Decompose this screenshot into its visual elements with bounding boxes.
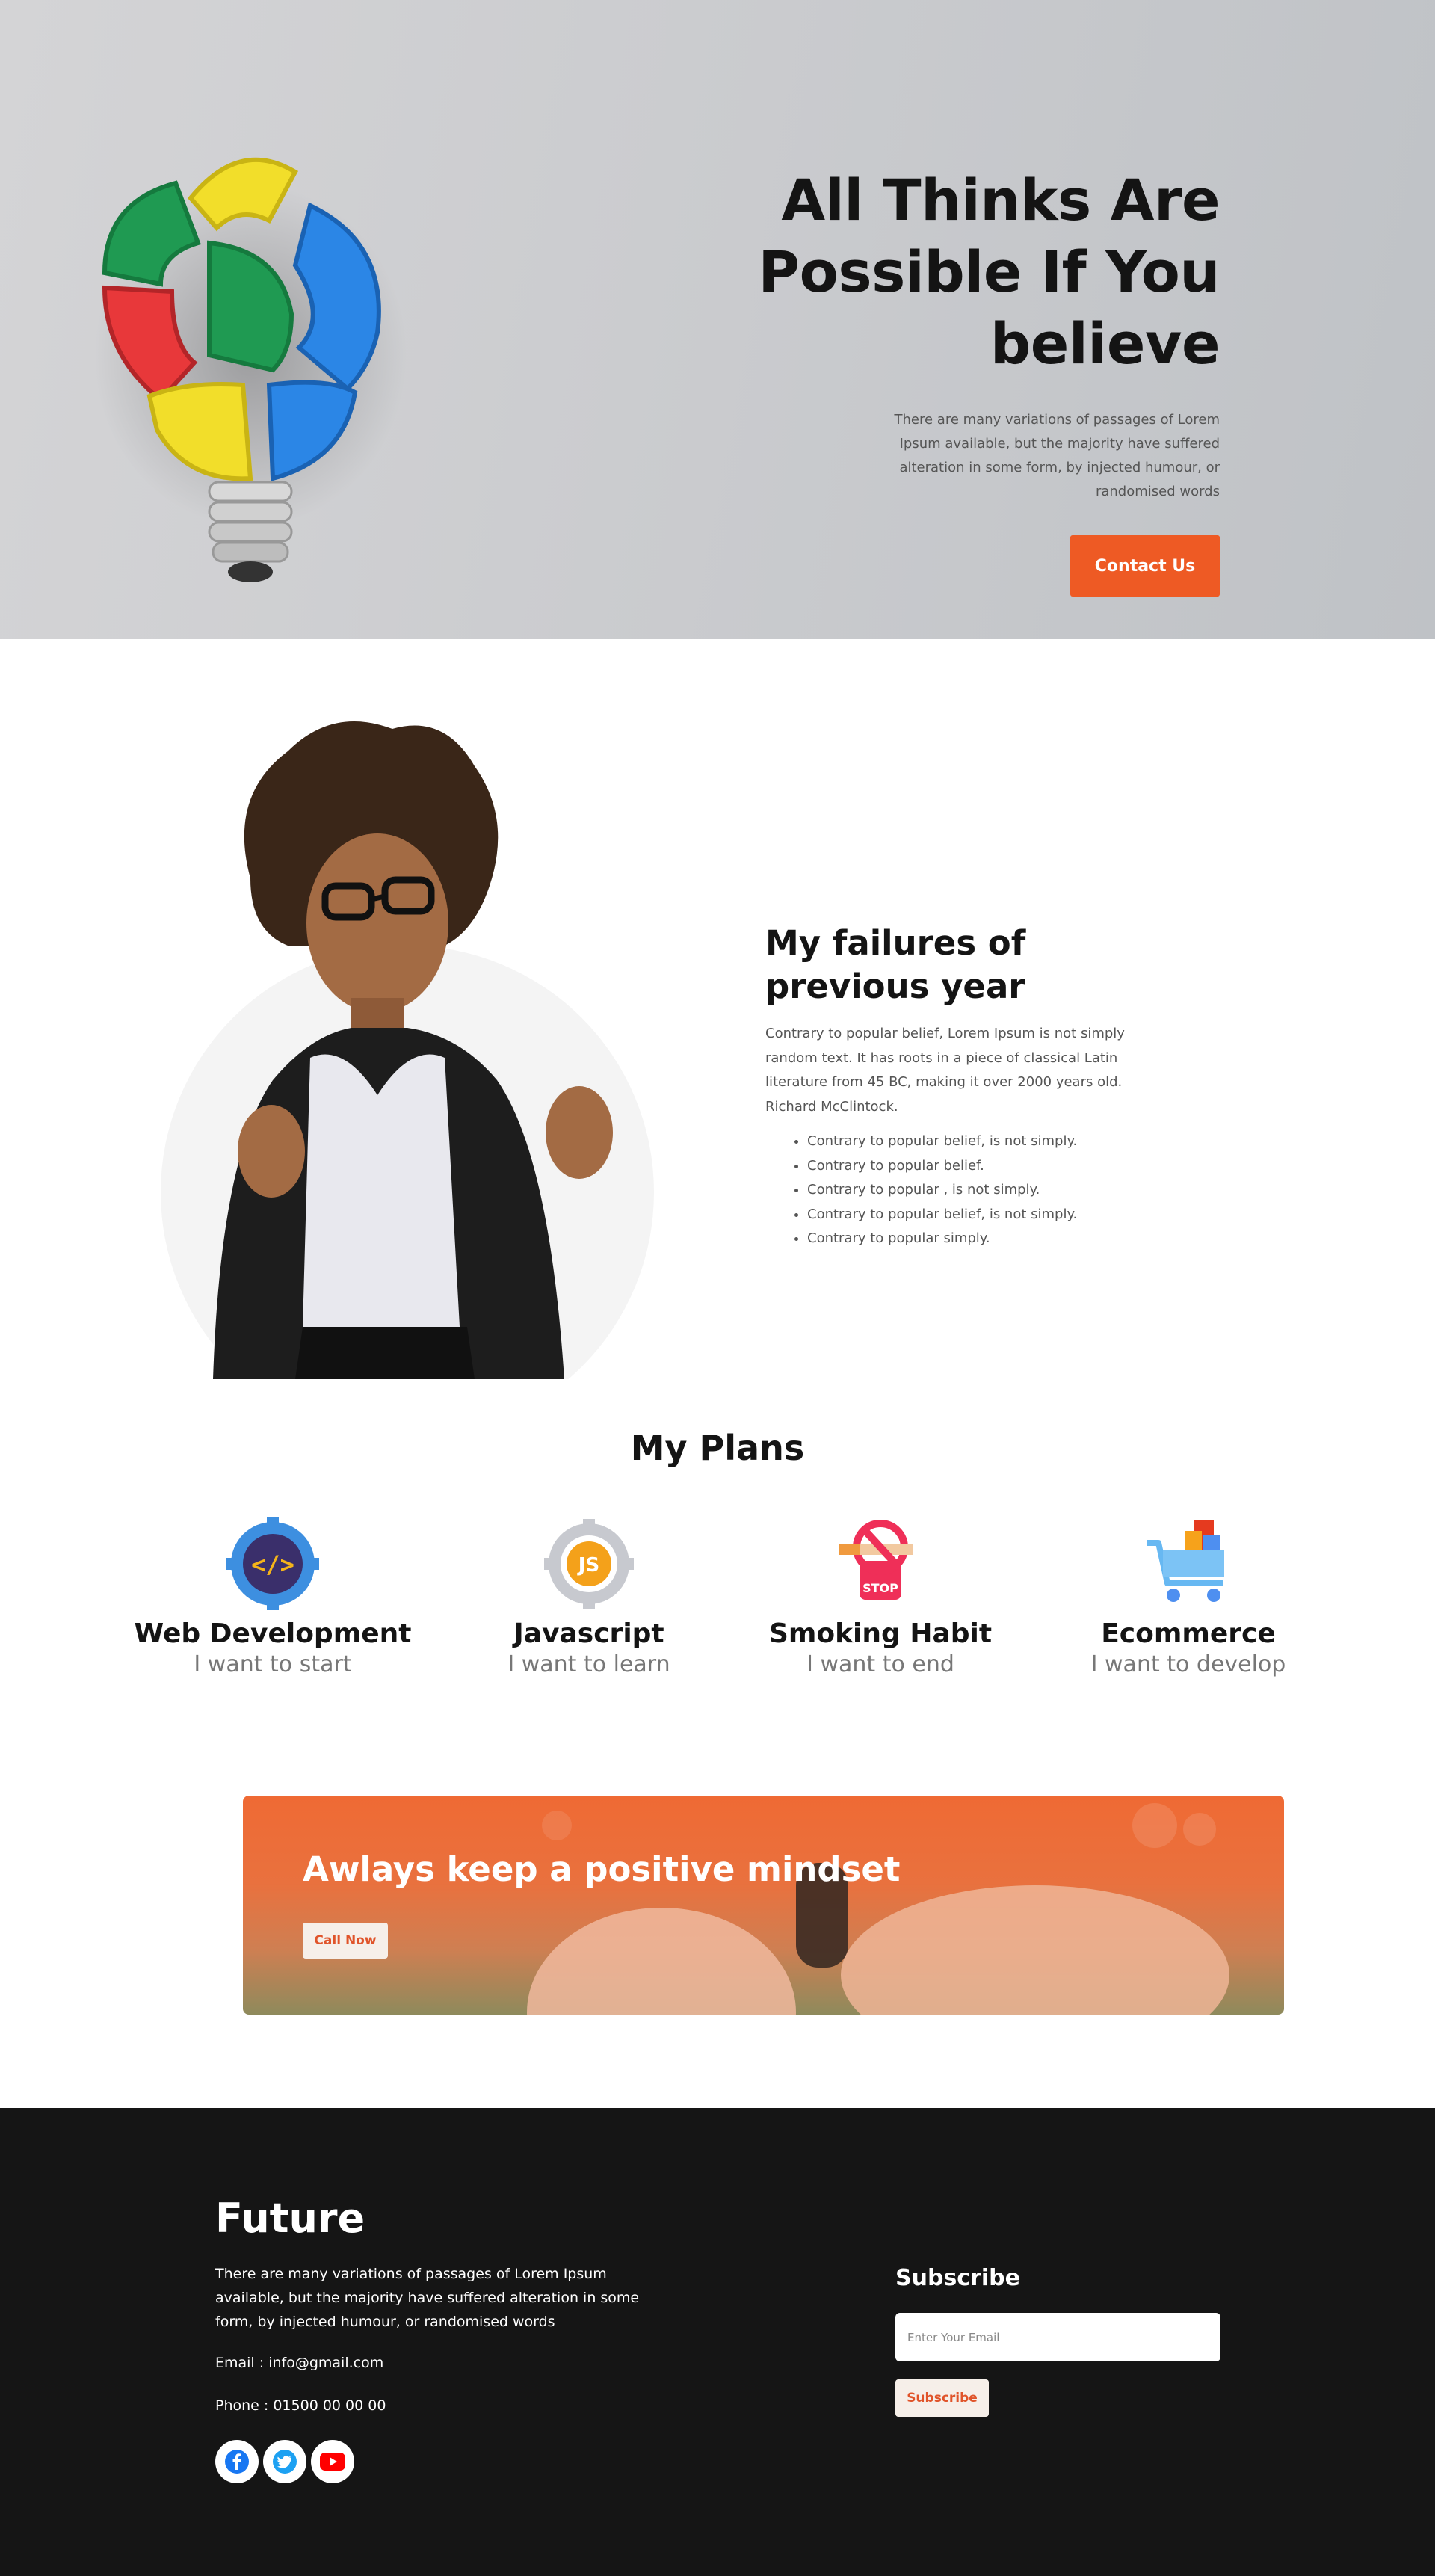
footer: Future There are many variations of pass…: [0, 2108, 1435, 2576]
plan-subtitle: I want to develop: [1090, 1651, 1286, 1677]
failures-section: My failures of previous year Contrary to…: [0, 639, 1435, 1387]
banner-title: Awlays keep a positive mindset: [303, 1849, 901, 1889]
failures-list: Contrary to popular belief, is not simpl…: [765, 1130, 1154, 1251]
subscribe-button[interactable]: Subscribe: [895, 2379, 989, 2417]
failures-description: Contrary to popular belief, Lorem Ipsum …: [765, 1026, 1125, 1115]
plan-subtitle: I want to end: [806, 1651, 954, 1677]
list-item: Contrary to popular belief, is not simpl…: [807, 1203, 1154, 1227]
plan-card-smoking-habit: STOP Smoking Habit I want to end: [723, 1517, 1037, 1679]
plan-subtitle: I want to start: [194, 1651, 352, 1677]
shopping-cart-icon: [1147, 1520, 1224, 1602]
hero-title-line: All Thinks Are: [781, 167, 1220, 233]
call-now-button[interactable]: Call Now: [303, 1923, 388, 1959]
social-links: [215, 2440, 354, 2483]
plan-card-ecommerce: Ecommerce I want to develop: [1031, 1517, 1345, 1679]
no-smoking-icon: STOP: [839, 1520, 913, 1600]
list-item: Contrary to popular simply.: [807, 1227, 1154, 1251]
code-gear-icon: </>: [226, 1517, 319, 1610]
list-item: Contrary to popular , is not simply.: [807, 1178, 1154, 1203]
list-item: Contrary to popular belief.: [807, 1154, 1154, 1179]
footer-email: Email : info@gmail.com: [215, 2355, 384, 2371]
plan-name: Web Development: [134, 1618, 412, 1649]
failures-title-line: previous year: [765, 967, 1025, 1006]
facebook-icon[interactable]: [215, 2440, 259, 2483]
failures-text-block: My failures of previous year Contrary to…: [765, 922, 1154, 1251]
list-item: Contrary to popular belief, is not simpl…: [807, 1130, 1154, 1154]
plan-name: Javascript: [513, 1618, 664, 1649]
email-input[interactable]: [895, 2313, 1220, 2361]
failures-title: My failures of previous year: [765, 922, 1154, 1008]
woman-portrait-image: [161, 721, 654, 1379]
hero-section: All Thinks Are Possible If You believe T…: [0, 0, 1435, 639]
plans-title: My Plans: [630, 1428, 805, 1468]
hero-title-line: believe: [990, 310, 1220, 377]
subscribe-title: Subscribe: [895, 2265, 1020, 2291]
plan-card-web-development: </> Web Development I want to start: [116, 1517, 430, 1679]
youtube-icon[interactable]: [311, 2440, 354, 2483]
plan-subtitle: I want to learn: [507, 1651, 670, 1677]
hero-text-block: All Thinks Are Possible If You believe T…: [732, 164, 1220, 597]
hero-description: There are many variations of passages of…: [894, 412, 1220, 499]
footer-phone: Phone : 01500 00 00 00: [215, 2397, 386, 2414]
failures-title-line: My failures of: [765, 923, 1026, 963]
svg-text:JS: JS: [577, 1554, 599, 1577]
plan-name: Ecommerce: [1101, 1618, 1276, 1649]
hero-title-line: Possible If You: [758, 238, 1220, 305]
mindset-banner: Awlays keep a positive mindset Call Now: [243, 1796, 1284, 2015]
svg-text:STOP: STOP: [862, 1581, 898, 1595]
contact-us-button[interactable]: Contact Us: [1070, 535, 1220, 597]
footer-description: There are many variations of passages of…: [215, 2266, 640, 2330]
svg-text:</>: </>: [251, 1550, 294, 1579]
puzzle-lightbulb-image: [93, 157, 407, 582]
hands-watch-background-image: [527, 1803, 1229, 2015]
twitter-icon[interactable]: [263, 2440, 306, 2483]
footer-brand: Future: [215, 2195, 365, 2242]
plan-card-javascript: JS Javascript I want to learn: [432, 1517, 746, 1679]
js-gear-icon: JS: [544, 1519, 634, 1609]
hero-title: All Thinks Are Possible If You believe: [732, 164, 1220, 380]
plan-name: Smoking Habit: [768, 1618, 993, 1649]
